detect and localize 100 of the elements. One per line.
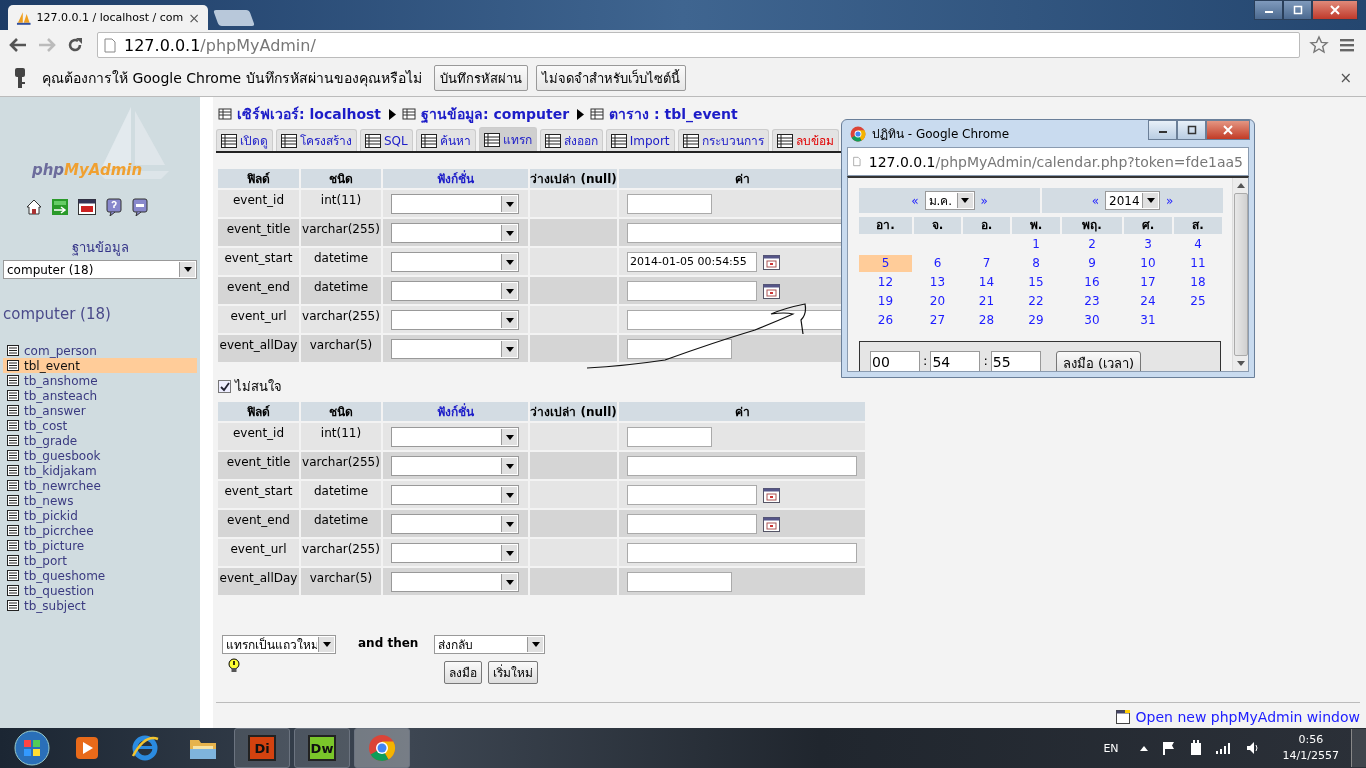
- signal-icon[interactable]: [1214, 741, 1233, 755]
- function-select[interactable]: [391, 194, 519, 214]
- table-list-item[interactable]: tb_newrchee: [3, 478, 197, 493]
- value-field[interactable]: [627, 543, 857, 563]
- calendar-day[interactable]: 4: [1174, 236, 1222, 253]
- next-link[interactable]: »: [1166, 193, 1174, 208]
- minimize-button[interactable]: [1148, 120, 1177, 140]
- form-button[interactable]: ลงมือ: [444, 661, 483, 684]
- reload-icon[interactable]: [66, 36, 84, 54]
- tab[interactable]: ลบข้อม: [771, 129, 839, 151]
- function-select[interactable]: [391, 572, 519, 592]
- table-list-item[interactable]: tb_port: [3, 553, 197, 568]
- tab[interactable]: กระบวนการ: [677, 129, 769, 151]
- tab-close-button[interactable]: ×: [188, 9, 200, 26]
- value-field[interactable]: [627, 194, 712, 214]
- value-field[interactable]: [627, 456, 857, 476]
- calendar-day[interactable]: 21: [963, 293, 1010, 310]
- calendar-day[interactable]: 15: [1012, 274, 1060, 291]
- function-select[interactable]: [391, 281, 519, 301]
- table-list-item[interactable]: tb_picrchee: [3, 523, 197, 538]
- function-select[interactable]: [391, 223, 519, 243]
- time-field[interactable]: 54: [930, 351, 981, 371]
- taskbar-button[interactable]: Di: [234, 728, 290, 768]
- function-select[interactable]: [391, 456, 519, 476]
- calendar-day[interactable]: 18: [1174, 274, 1222, 291]
- value-field[interactable]: [627, 281, 757, 301]
- table-list-item[interactable]: tb_answer: [3, 403, 197, 418]
- tab[interactable]: ค้นหา: [415, 129, 476, 151]
- calendar-icon[interactable]: [763, 254, 780, 270]
- table-list-item[interactable]: com_person: [3, 343, 197, 358]
- column-header[interactable]: ฟังก์ชั่น: [383, 169, 528, 188]
- month-select[interactable]: ม.ค.: [924, 191, 975, 210]
- star-icon[interactable]: [1309, 35, 1329, 55]
- browser-tab[interactable]: 127.0.0.1 / localhost / com ×: [8, 5, 208, 30]
- exit-icon[interactable]: [52, 199, 68, 215]
- calendar-day[interactable]: 20: [914, 293, 961, 310]
- calendar-day[interactable]: 17: [1124, 274, 1172, 291]
- calendar-day[interactable]: 5: [859, 255, 912, 272]
- form-button[interactable]: เริ่มใหม่: [488, 661, 539, 684]
- tab[interactable]: เปิดดู: [216, 129, 273, 151]
- calendar-day[interactable]: 23: [1062, 293, 1122, 310]
- calendar-day[interactable]: 2: [1062, 236, 1122, 253]
- breadcrumb-link[interactable]: เซิร์ฟเวอร์: localhost: [237, 103, 382, 125]
- table-list-item[interactable]: tb_question: [3, 583, 197, 598]
- previous-link[interactable]: «: [911, 193, 919, 208]
- table-list-item[interactable]: tb_news: [3, 493, 197, 508]
- tab[interactable]: Import: [605, 129, 675, 151]
- function-select[interactable]: [391, 485, 519, 505]
- table-list-item[interactable]: tb_cost: [3, 418, 197, 433]
- after-insert-select[interactable]: ส่งกลับ: [434, 635, 546, 654]
- new-tab-button[interactable]: [213, 10, 255, 26]
- table-list-item[interactable]: tb_anshome: [3, 373, 197, 388]
- calendar-day[interactable]: 29: [1012, 312, 1060, 329]
- breadcrumb-link[interactable]: ฐานข้อมูล: computer: [421, 103, 570, 125]
- value-field[interactable]: 2014-01-05 00:54:55: [627, 252, 757, 272]
- value-field[interactable]: [627, 485, 757, 505]
- calendar-day[interactable]: 13: [914, 274, 961, 291]
- calendar-day[interactable]: 7: [963, 255, 1010, 272]
- speaker-icon[interactable]: [1244, 740, 1261, 756]
- table-list-item[interactable]: tb_pickid: [3, 508, 197, 523]
- calendar-day[interactable]: 3: [1124, 236, 1172, 253]
- back-icon[interactable]: [8, 37, 28, 53]
- calendar-day[interactable]: 16: [1062, 274, 1122, 291]
- table-list-item[interactable]: tb_subject: [3, 598, 197, 613]
- table-list-item[interactable]: tb_queshome: [3, 568, 197, 583]
- database-link[interactable]: computer (18): [3, 305, 197, 323]
- close-infobar-button[interactable]: ×: [1339, 69, 1352, 87]
- set-time-button[interactable]: ลงมือ (เวลา): [1055, 351, 1142, 371]
- table-list-item[interactable]: tbl_event: [3, 358, 197, 373]
- column-header[interactable]: ฟังก์ชั่น: [383, 402, 528, 421]
- minimize-button[interactable]: [1254, 0, 1283, 20]
- calendar-day[interactable]: 8: [1012, 255, 1060, 272]
- restore-button[interactable]: [1177, 120, 1206, 140]
- previous-link[interactable]: «: [1091, 193, 1099, 208]
- function-select[interactable]: [391, 543, 519, 563]
- infobar-button[interactable]: บันทึกรหัสผ่าน: [433, 65, 528, 91]
- calendar-day[interactable]: 19: [859, 293, 912, 310]
- flag-icon[interactable]: [1160, 740, 1177, 756]
- calendar-icon[interactable]: [763, 516, 780, 532]
- calendar-day[interactable]: 11: [1174, 255, 1222, 272]
- calendar-day[interactable]: 30: [1062, 312, 1122, 329]
- time-field[interactable]: 00: [870, 351, 920, 371]
- calendar-day[interactable]: 9: [1062, 255, 1122, 272]
- calendar-day[interactable]: 14: [963, 274, 1010, 291]
- help-icon[interactable]: [106, 198, 122, 216]
- function-select[interactable]: [391, 310, 519, 330]
- tab[interactable]: ส่งออก: [539, 129, 603, 151]
- next-link[interactable]: »: [980, 193, 988, 208]
- sql-query-icon[interactable]: [132, 198, 148, 216]
- calendar-day[interactable]: 26: [859, 312, 912, 329]
- database-select[interactable]: computer (18): [3, 260, 197, 279]
- value-field[interactable]: [627, 514, 757, 534]
- value-field[interactable]: [627, 427, 712, 447]
- calendar-day[interactable]: 25: [1174, 293, 1222, 310]
- sql-window-icon[interactable]: [78, 199, 96, 215]
- tab[interactable]: โครงสร้าง: [276, 129, 357, 151]
- tab[interactable]: SQL: [360, 129, 413, 151]
- home-icon[interactable]: [26, 199, 42, 215]
- calendar-day[interactable]: 28: [963, 312, 1010, 329]
- calendar-icon[interactable]: [763, 283, 780, 299]
